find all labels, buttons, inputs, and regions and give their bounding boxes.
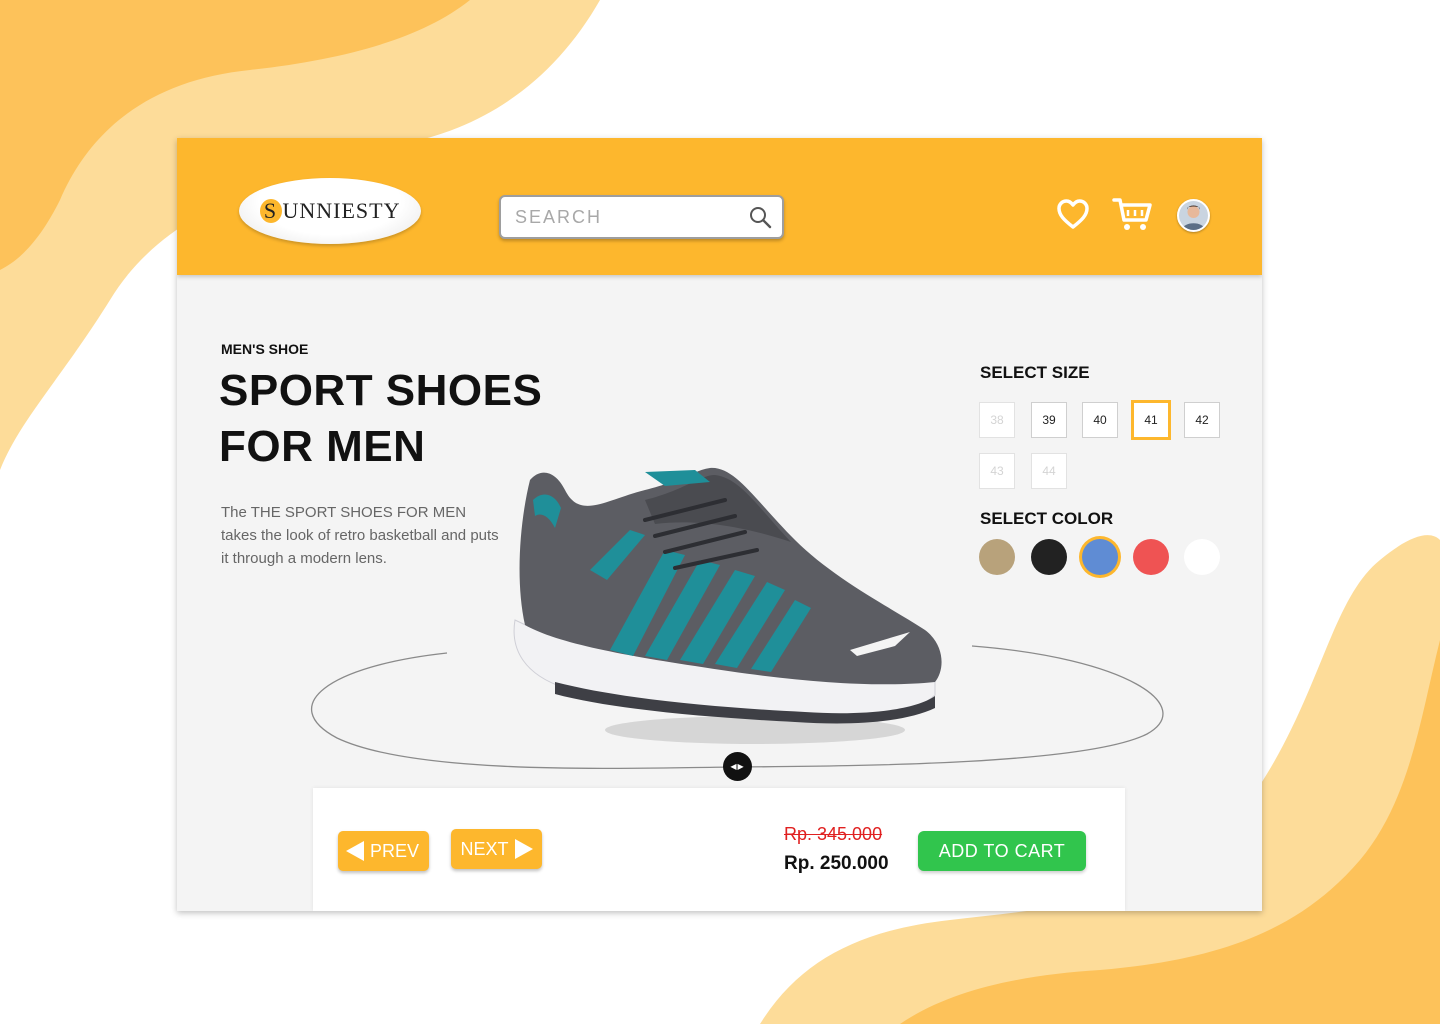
sale-price: Rp. 250.000 — [784, 853, 889, 874]
search-icon[interactable] — [748, 205, 772, 229]
purchase-bar: PREV NEXT Rp. 345.000 Rp. 250.000 ADD TO… — [313, 788, 1125, 911]
color-swatch-black[interactable] — [1031, 539, 1067, 575]
prev-button[interactable]: PREV — [338, 831, 429, 871]
prev-label: PREV — [370, 840, 420, 861]
add-to-cart-button[interactable]: ADD TO CART — [918, 831, 1086, 871]
original-price: Rp. 345.000 — [784, 824, 883, 844]
color-swatch-white[interactable] — [1184, 539, 1220, 575]
size-option-42[interactable]: 42 — [1184, 402, 1220, 438]
select-size-label: SELECT SIZE — [980, 363, 1090, 382]
color-swatch-blue[interactable] — [1082, 539, 1118, 575]
top-header: S UNNIESTY — [177, 138, 1262, 275]
search-box[interactable] — [499, 195, 784, 239]
size-option-44: 44 — [1031, 453, 1067, 489]
arrow-right-icon — [514, 839, 533, 859]
arrow-left-icon — [346, 841, 364, 861]
size-option-41[interactable]: 41 — [1131, 400, 1171, 440]
color-swatch-tan[interactable] — [979, 539, 1015, 575]
product-category: MEN'S SHOE — [221, 341, 309, 357]
next-label: NEXT — [460, 838, 509, 859]
user-avatar[interactable] — [1177, 199, 1210, 232]
rotate-view-handle[interactable]: ◀▶ — [723, 752, 752, 781]
size-option-38: 38 — [979, 402, 1015, 438]
color-swatch-red[interactable] — [1133, 539, 1169, 575]
heart-icon[interactable] — [1056, 198, 1090, 230]
size-option-43: 43 — [979, 453, 1015, 489]
search-input[interactable] — [515, 206, 735, 228]
product-title-line-1: SPORT SHOES — [219, 366, 543, 415]
logo-letter-badge: S — [259, 198, 282, 223]
size-option-39[interactable]: 39 — [1031, 402, 1067, 438]
product-image — [513, 467, 942, 744]
next-button[interactable]: NEXT — [451, 829, 542, 869]
cart-icon[interactable] — [1112, 196, 1154, 232]
avatar-image — [1179, 201, 1208, 230]
app-window: S UNNIESTY SEARCH MEN'S SHOE SPORT SHOES… — [177, 138, 1262, 911]
logo-text: UNNIESTY — [282, 198, 401, 223]
select-color-label: SELECT COLOR — [980, 509, 1114, 528]
brand-logo[interactable]: S UNNIESTY — [239, 178, 421, 244]
size-option-40[interactable]: 40 — [1082, 402, 1118, 438]
